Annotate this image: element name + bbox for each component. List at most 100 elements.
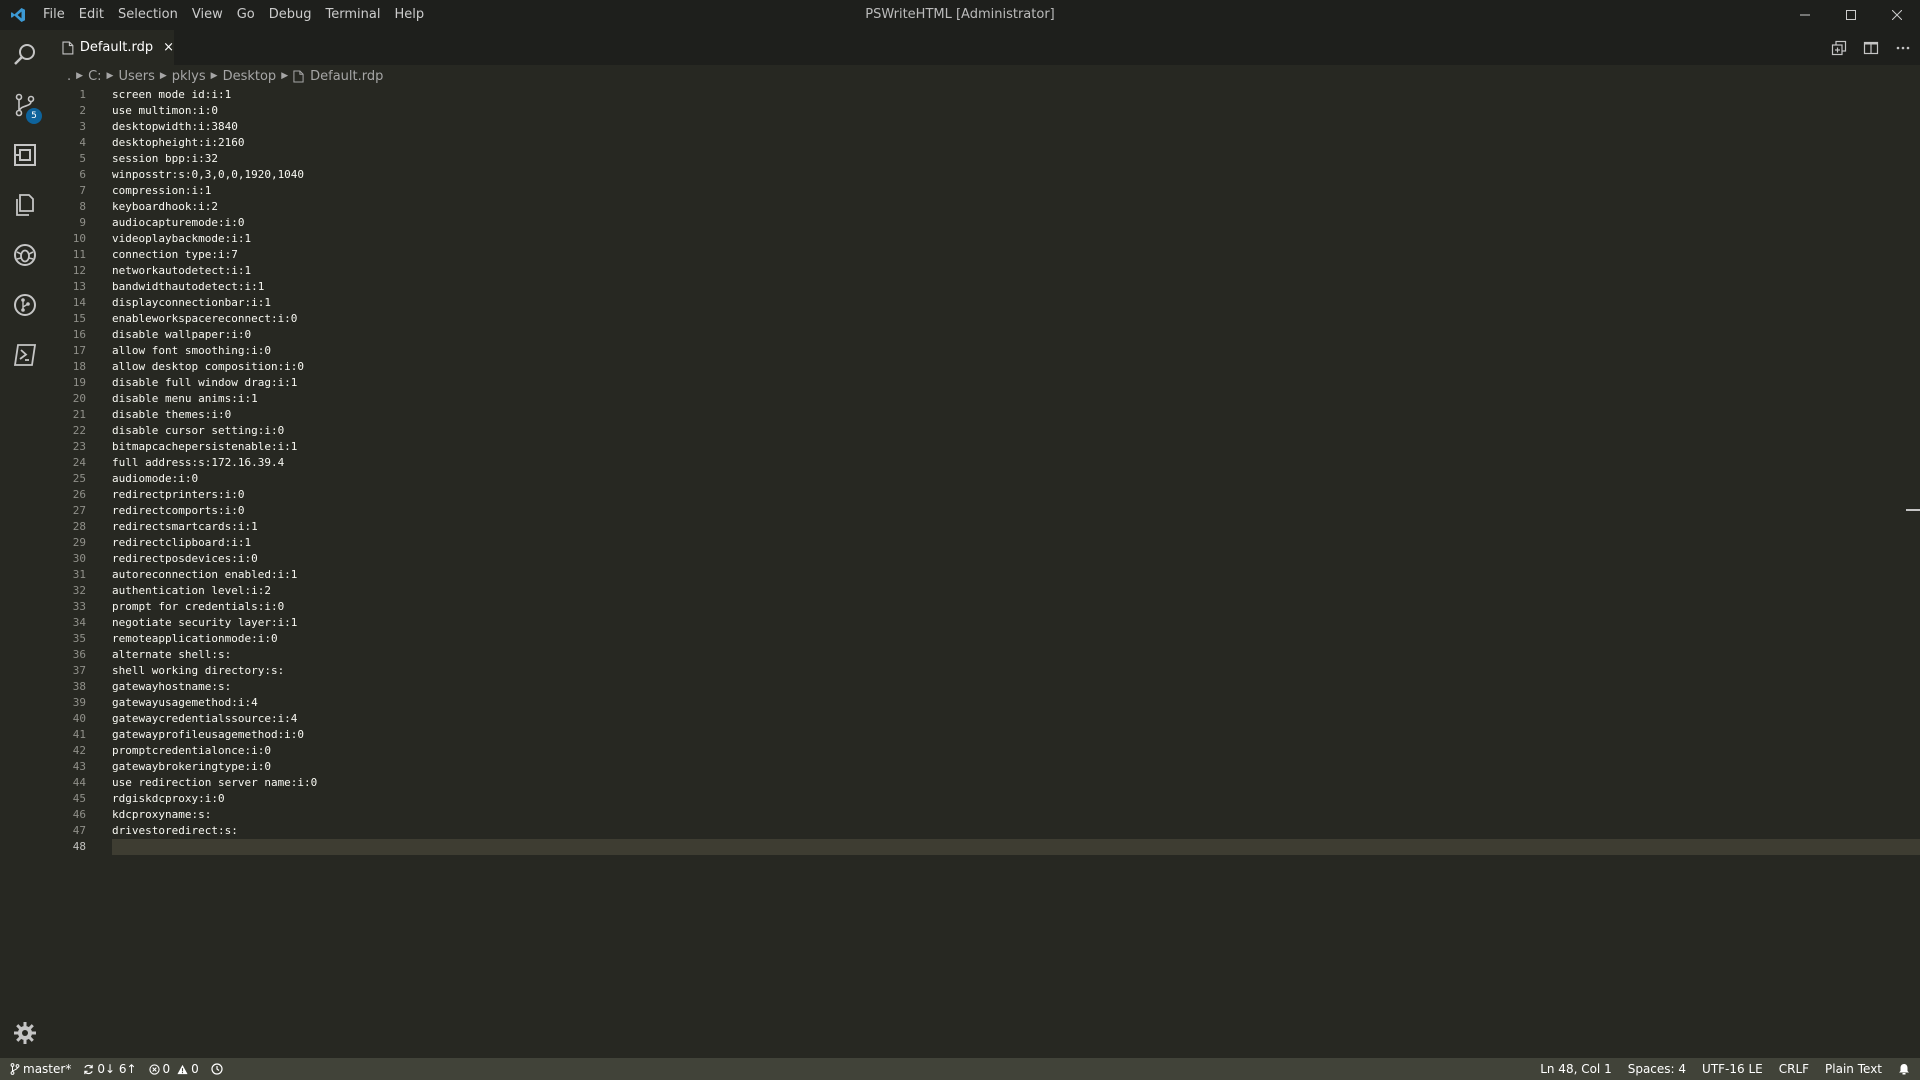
code-line[interactable]: use redirection server name:i:0 <box>112 775 1920 791</box>
code-line[interactable]: enableworkspacereconnect:i:0 <box>112 311 1920 327</box>
menu-terminal[interactable]: Terminal <box>319 0 388 30</box>
manage-button[interactable] <box>0 1008 50 1058</box>
code-line[interactable]: desktopwidth:i:3840 <box>112 119 1920 135</box>
code-line[interactable]: desktopheight:i:2160 <box>112 135 1920 151</box>
error-icon <box>148 1063 160 1075</box>
code-line[interactable]: prompt for credentials:i:0 <box>112 599 1920 615</box>
code-line[interactable]: videoplaybackmode:i:1 <box>112 231 1920 247</box>
split-editor-button[interactable] <box>1862 39 1880 57</box>
menu-go[interactable]: Go <box>230 0 262 30</box>
language-mode[interactable]: Plain Text <box>1825 1062 1882 1076</box>
code-line[interactable]: redirectclipboard:i:1 <box>112 535 1920 551</box>
code-line[interactable]: session bpp:i:32 <box>112 151 1920 167</box>
activity-source-control[interactable]: 5 <box>0 80 50 130</box>
code-line[interactable]: disable themes:i:0 <box>112 407 1920 423</box>
code-line[interactable]: promptcredentialonce:i:0 <box>112 743 1920 759</box>
tab-default-rdp[interactable]: Default.rdp × <box>50 30 174 65</box>
activity-search[interactable] <box>0 30 50 80</box>
menu-help[interactable]: Help <box>387 0 431 30</box>
close-window-button[interactable] <box>1874 0 1920 30</box>
branch-status[interactable]: master* <box>10 1062 71 1076</box>
line-number: 25 <box>72 472 86 485</box>
line-number: 46 <box>72 808 86 821</box>
line-number: 19 <box>72 376 86 389</box>
menu-view[interactable]: View <box>185 0 230 30</box>
editor-lines[interactable]: screen mode id:i:1 use multimon:i:0 deskto… <box>112 87 1920 855</box>
cursor-position[interactable]: Ln 48, Col 1 <box>1540 1062 1612 1076</box>
code-line[interactable]: gatewayprofileusagemethod:i:0 <box>112 727 1920 743</box>
line-number: 30 <box>72 552 86 565</box>
code-line[interactable]: networkautodetect:i:1 <box>112 263 1920 279</box>
git-branch-icon <box>10 1063 20 1075</box>
code-line[interactable]: redirectsmartcards:i:1 <box>112 519 1920 535</box>
code-line[interactable]: alternate shell:s: <box>112 647 1920 663</box>
minimize-button[interactable] <box>1782 0 1828 30</box>
activity-explorer[interactable] <box>0 180 50 230</box>
code-line[interactable]: allow desktop composition:i:0 <box>112 359 1920 375</box>
menu-file[interactable]: File <box>36 0 72 30</box>
code-line[interactable]: kdcproxyname:s: <box>112 807 1920 823</box>
history-status[interactable] <box>211 1063 223 1075</box>
code-line[interactable] <box>112 839 1920 855</box>
activity-extensions[interactable] <box>0 130 50 180</box>
menu-selection[interactable]: Selection <box>111 0 185 30</box>
code-line[interactable]: drivestoredirect:s: <box>112 823 1920 839</box>
activity-git-history[interactable] <box>0 280 50 330</box>
code-line[interactable]: screen mode id:i:1 <box>112 87 1920 103</box>
code-line[interactable]: winposstr:s:0,3,0,0,1920,1040 <box>112 167 1920 183</box>
menu-edit[interactable]: Edit <box>72 0 111 30</box>
end-of-line[interactable]: CRLF <box>1779 1062 1809 1076</box>
code-line[interactable]: autoreconnection enabled:i:1 <box>112 567 1920 583</box>
code-line[interactable]: full address:s:172.16.39.4 <box>112 455 1920 471</box>
code-line[interactable]: gatewayhostname:s: <box>112 679 1920 695</box>
breadcrumb-item[interactable]: Desktop <box>223 69 277 84</box>
code-line[interactable]: audiomode:i:0 <box>112 471 1920 487</box>
more-actions-button[interactable] <box>1894 39 1912 57</box>
code-line[interactable]: use multimon:i:0 <box>112 103 1920 119</box>
sync-status[interactable]: 0↓ 6↑ <box>83 1062 137 1076</box>
breadcrumb-item[interactable]: pklys <box>172 69 206 84</box>
open-changes-button[interactable] <box>1830 39 1848 57</box>
tab-close-button[interactable]: × <box>163 40 174 55</box>
extensions-icon <box>14 144 36 166</box>
code-line[interactable]: authentication level:i:2 <box>112 583 1920 599</box>
breadcrumb-item[interactable]: C: <box>88 69 101 84</box>
code-line[interactable]: displayconnectionbar:i:1 <box>112 295 1920 311</box>
code-line[interactable]: connection type:i:7 <box>112 247 1920 263</box>
code-line[interactable]: gatewayusagemethod:i:4 <box>112 695 1920 711</box>
code-line[interactable]: bitmapcachepersistenable:i:1 <box>112 439 1920 455</box>
problems-status[interactable]: 0 0 <box>148 1062 199 1076</box>
activity-powershell[interactable] <box>0 330 50 380</box>
branch-name: master* <box>23 1062 72 1076</box>
maximize-button[interactable] <box>1828 0 1874 30</box>
code-line[interactable]: remoteapplicationmode:i:0 <box>112 631 1920 647</box>
code-line[interactable]: negotiate security layer:i:1 <box>112 615 1920 631</box>
breadcrumb-item[interactable]: Users <box>118 69 154 84</box>
line-number: 29 <box>72 536 86 549</box>
notifications-button[interactable] <box>1898 1063 1910 1075</box>
code-line[interactable]: shell working directory:s: <box>112 663 1920 679</box>
code-line[interactable]: rdgiskdcproxy:i:0 <box>112 791 1920 807</box>
code-editor[interactable]: 1 2 3 4 5 6 7 8 9 10 11 12 13 14 15 16 17 18 19 20 21 22 23 24 2… <box>50 87 1920 1058</box>
code-line[interactable]: allow font smoothing:i:0 <box>112 343 1920 359</box>
code-line[interactable]: disable cursor setting:i:0 <box>112 423 1920 439</box>
encoding[interactable]: UTF-16 LE <box>1702 1062 1763 1076</box>
window-controls <box>1782 0 1920 30</box>
code-line[interactable]: gatewaybrokeringtype:i:0 <box>112 759 1920 775</box>
code-line[interactable]: compression:i:1 <box>112 183 1920 199</box>
code-line[interactable]: audiocapturemode:i:0 <box>112 215 1920 231</box>
menu-debug[interactable]: Debug <box>262 0 319 30</box>
code-line[interactable]: gatewaycredentialssource:i:4 <box>112 711 1920 727</box>
code-line[interactable]: redirectcomports:i:0 <box>112 503 1920 519</box>
open-changes-icon <box>1831 40 1847 55</box>
code-line[interactable]: redirectprinters:i:0 <box>112 487 1920 503</box>
code-line[interactable]: bandwidthautodetect:i:1 <box>112 279 1920 295</box>
code-line[interactable]: disable full window drag:i:1 <box>112 375 1920 391</box>
activity-debug[interactable] <box>0 230 50 280</box>
code-line[interactable]: disable wallpaper:i:0 <box>112 327 1920 343</box>
breadcrumb-item[interactable]: Default.rdp <box>310 69 383 84</box>
indentation[interactable]: Spaces: 4 <box>1628 1062 1686 1076</box>
code-line[interactable]: redirectposdevices:i:0 <box>112 551 1920 567</box>
code-line[interactable]: keyboardhook:i:2 <box>112 199 1920 215</box>
code-line[interactable]: disable menu anims:i:1 <box>112 391 1920 407</box>
